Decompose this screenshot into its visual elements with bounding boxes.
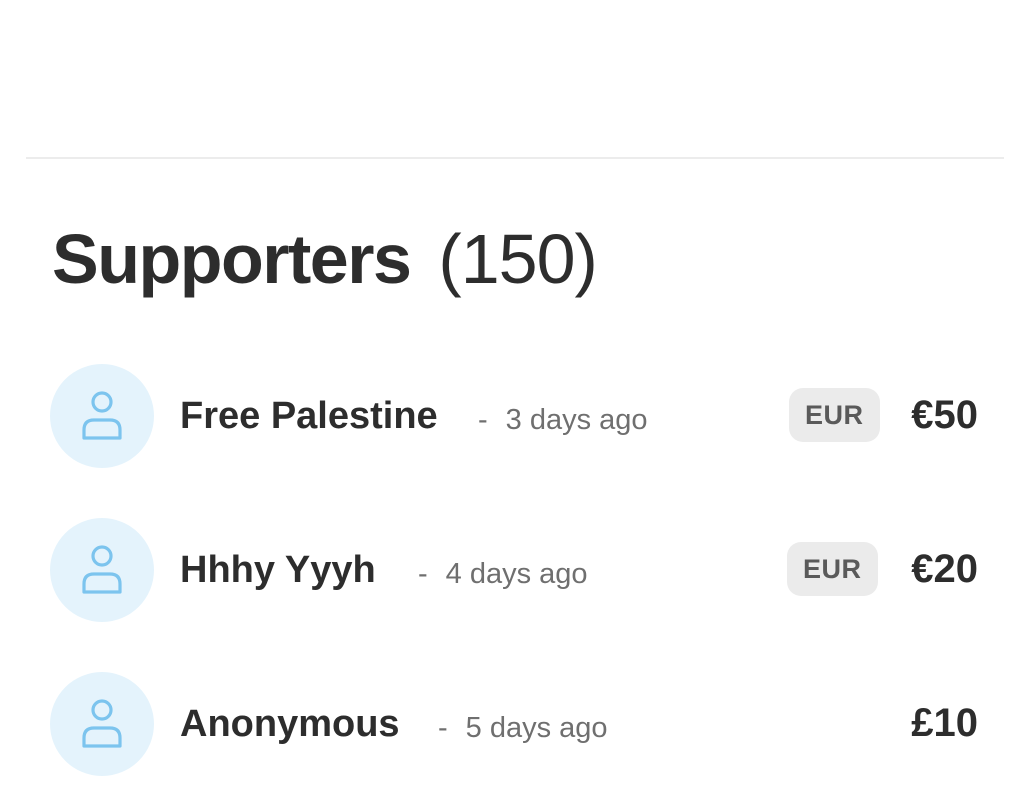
supporter-name: Anonymous — [180, 703, 400, 745]
supporter-time: 4 days ago — [445, 558, 588, 590]
currency-badge: EUR — [787, 542, 878, 596]
supporter-meta: -3 days ago — [478, 400, 648, 440]
supporter-row[interactable]: Anonymous -5 days ago £10 — [50, 672, 980, 776]
donation-amount: £10 — [911, 701, 978, 745]
supporter-meta: -4 days ago — [418, 554, 588, 594]
supporter-row[interactable]: Hhhy Yyyh -4 days ago EUR €20 — [50, 518, 980, 622]
user-icon — [82, 699, 122, 748]
avatar — [50, 672, 154, 776]
supporter-meta: -5 days ago — [438, 708, 608, 748]
supporter-row[interactable]: Free Palestine -3 days ago EUR €50 — [50, 364, 980, 468]
supporters-list: Free Palestine -3 days ago EUR €50 Hhhy … — [0, 0, 1024, 787]
user-icon — [82, 545, 122, 594]
user-icon — [82, 391, 122, 440]
separator: - — [418, 558, 428, 590]
separator: - — [438, 712, 448, 744]
avatar — [50, 364, 154, 468]
supporter-name: Hhhy Yyyh — [180, 549, 376, 591]
donation-amount: €50 — [911, 393, 978, 437]
donation-amount: €20 — [911, 547, 978, 591]
currency-badge: EUR — [789, 388, 880, 442]
separator: - — [478, 404, 488, 436]
supporter-name: Free Palestine — [180, 395, 438, 437]
supporter-time: 3 days ago — [505, 404, 648, 436]
supporter-time: 5 days ago — [465, 712, 608, 744]
avatar — [50, 518, 154, 622]
